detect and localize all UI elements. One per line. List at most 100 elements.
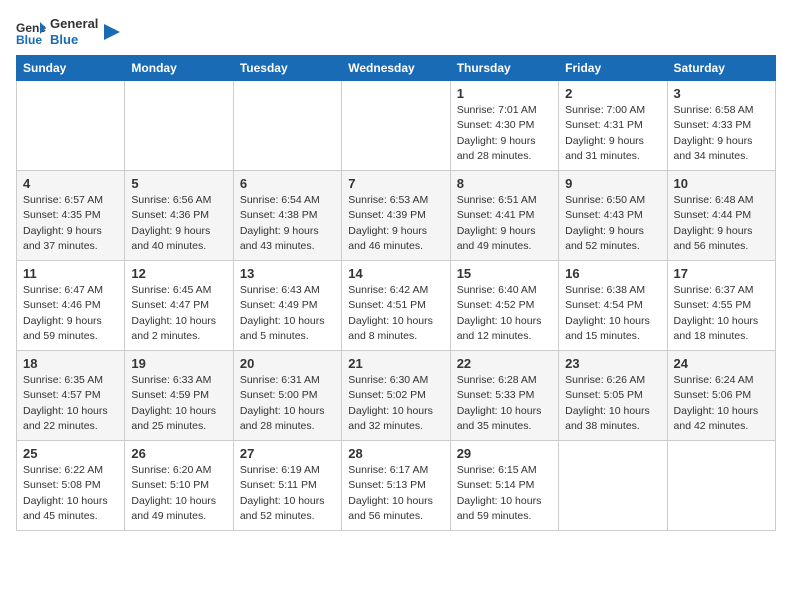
calendar-cell: 6Sunrise: 6:54 AM Sunset: 4:38 PM Daylig… bbox=[233, 171, 341, 261]
day-info: Sunrise: 6:58 AM Sunset: 4:33 PM Dayligh… bbox=[674, 103, 769, 164]
calendar-cell: 29 Sunrise: 6:15 AM Sunset: 5:14 PM Dayli… bbox=[450, 441, 558, 531]
day-info: Sunrise: 6:38 AM Sunset: 4:54 PM Dayligh… bbox=[565, 283, 660, 344]
day-number: 15 bbox=[457, 266, 552, 281]
calendar-cell: 22 Sunrise: 6:28 AM Sunset: 5:33 PM Dayli… bbox=[450, 351, 558, 441]
day-info: Sunrise: 6:26 AM Sunset: 5:05 PM Dayligh… bbox=[565, 373, 660, 434]
logo-flag-icon bbox=[102, 22, 122, 42]
day-number: 27 bbox=[240, 446, 335, 461]
day-number: 24 bbox=[674, 356, 769, 371]
day-info: Sunrise: 6:30 AM Sunset: 5:02 PM Dayligh… bbox=[348, 373, 443, 434]
calendar-week-row: 4Sunrise: 6:57 AM Sunset: 4:35 PM Daylig… bbox=[17, 171, 776, 261]
day-info: Sunrise: 6:56 AM Sunset: 4:36 PM Dayligh… bbox=[131, 193, 226, 254]
day-number: 22 bbox=[457, 356, 552, 371]
day-info: Sunrise: 6:51 AM Sunset: 4:41 PM Dayligh… bbox=[457, 193, 552, 254]
calendar-cell: 12 Sunrise: 6:45 AM Sunset: 4:47 PM Dayli… bbox=[125, 261, 233, 351]
day-number: 29 bbox=[457, 446, 552, 461]
day-info: Sunrise: 6:40 AM Sunset: 4:52 PM Dayligh… bbox=[457, 283, 552, 344]
calendar-week-row: 11 Sunrise: 6:47 AM Sunset: 4:46 PM Dayli… bbox=[17, 261, 776, 351]
calendar-cell: 24 Sunrise: 6:24 AM Sunset: 5:06 PM Dayli… bbox=[667, 351, 775, 441]
logo-icon: General Blue bbox=[16, 18, 46, 46]
day-info: Sunrise: 7:00 AM Sunset: 4:31 PM Dayligh… bbox=[565, 103, 660, 164]
day-info: Sunrise: 6:47 AM Sunset: 4:46 PM Dayligh… bbox=[23, 283, 118, 344]
day-info: Sunrise: 6:54 AM Sunset: 4:38 PM Dayligh… bbox=[240, 193, 335, 254]
calendar-cell: 1 Sunrise: 7:01 AM Sunset: 4:30 PM Daylig… bbox=[450, 81, 558, 171]
day-info: Sunrise: 6:24 AM Sunset: 5:06 PM Dayligh… bbox=[674, 373, 769, 434]
day-number: 1 bbox=[457, 86, 552, 101]
calendar-cell: 10 Sunrise: 6:48 AM Sunset: 4:44 PM Dayli… bbox=[667, 171, 775, 261]
day-number: 12 bbox=[131, 266, 226, 281]
header-friday: Friday bbox=[559, 56, 667, 81]
page-header: General Blue General Blue bbox=[16, 16, 776, 47]
logo-text-blue: Blue bbox=[50, 32, 98, 48]
calendar-cell: 23 Sunrise: 6:26 AM Sunset: 5:05 PM Dayli… bbox=[559, 351, 667, 441]
day-info: Sunrise: 6:17 AM Sunset: 5:13 PM Dayligh… bbox=[348, 463, 443, 524]
day-number: 26 bbox=[131, 446, 226, 461]
calendar-week-row: 25Sunrise: 6:22 AM Sunset: 5:08 PM Dayli… bbox=[17, 441, 776, 531]
header-thursday: Thursday bbox=[450, 56, 558, 81]
day-number: 11 bbox=[23, 266, 118, 281]
calendar-cell: 20 Sunrise: 6:31 AM Sunset: 5:00 PM Dayli… bbox=[233, 351, 341, 441]
day-number: 3 bbox=[674, 86, 769, 101]
day-number: 5 bbox=[131, 176, 226, 191]
calendar-cell: 11 Sunrise: 6:47 AM Sunset: 4:46 PM Dayli… bbox=[17, 261, 125, 351]
calendar-cell: 13Sunrise: 6:43 AM Sunset: 4:49 PM Dayli… bbox=[233, 261, 341, 351]
day-info: Sunrise: 6:35 AM Sunset: 4:57 PM Dayligh… bbox=[23, 373, 118, 434]
day-info: Sunrise: 6:48 AM Sunset: 4:44 PM Dayligh… bbox=[674, 193, 769, 254]
day-number: 28 bbox=[348, 446, 443, 461]
calendar-cell: 27 Sunrise: 6:19 AM Sunset: 5:11 PM Dayli… bbox=[233, 441, 341, 531]
calendar-cell: 7 Sunrise: 6:53 AM Sunset: 4:39 PM Daylig… bbox=[342, 171, 450, 261]
day-number: 23 bbox=[565, 356, 660, 371]
logo: General Blue General Blue bbox=[16, 16, 122, 47]
calendar-cell: 15 Sunrise: 6:40 AM Sunset: 4:52 PM Dayli… bbox=[450, 261, 558, 351]
logo-text-general: General bbox=[50, 16, 98, 32]
calendar-cell bbox=[559, 441, 667, 531]
day-info: Sunrise: 7:01 AM Sunset: 4:30 PM Dayligh… bbox=[457, 103, 552, 164]
day-number: 21 bbox=[348, 356, 443, 371]
calendar-cell: 9 Sunrise: 6:50 AM Sunset: 4:43 PM Daylig… bbox=[559, 171, 667, 261]
calendar-cell bbox=[17, 81, 125, 171]
calendar-cell bbox=[667, 441, 775, 531]
calendar-cell: 2 Sunrise: 7:00 AM Sunset: 4:31 PM Daylig… bbox=[559, 81, 667, 171]
day-info: Sunrise: 6:28 AM Sunset: 5:33 PM Dayligh… bbox=[457, 373, 552, 434]
day-number: 13 bbox=[240, 266, 335, 281]
day-info: Sunrise: 6:57 AM Sunset: 4:35 PM Dayligh… bbox=[23, 193, 118, 254]
calendar-cell: 8Sunrise: 6:51 AM Sunset: 4:41 PM Daylig… bbox=[450, 171, 558, 261]
day-info: Sunrise: 6:37 AM Sunset: 4:55 PM Dayligh… bbox=[674, 283, 769, 344]
day-info: Sunrise: 6:45 AM Sunset: 4:47 PM Dayligh… bbox=[131, 283, 226, 344]
calendar-cell: 16 Sunrise: 6:38 AM Sunset: 4:54 PM Dayli… bbox=[559, 261, 667, 351]
day-number: 2 bbox=[565, 86, 660, 101]
calendar-cell bbox=[125, 81, 233, 171]
day-number: 10 bbox=[674, 176, 769, 191]
day-number: 18 bbox=[23, 356, 118, 371]
header-wednesday: Wednesday bbox=[342, 56, 450, 81]
calendar-cell: 5 Sunrise: 6:56 AM Sunset: 4:36 PM Daylig… bbox=[125, 171, 233, 261]
calendar-cell: 19 Sunrise: 6:33 AM Sunset: 4:59 PM Dayli… bbox=[125, 351, 233, 441]
calendar-cell: 14 Sunrise: 6:42 AM Sunset: 4:51 PM Dayli… bbox=[342, 261, 450, 351]
calendar-header-row: SundayMondayTuesdayWednesdayThursdayFrid… bbox=[17, 56, 776, 81]
day-info: Sunrise: 6:53 AM Sunset: 4:39 PM Dayligh… bbox=[348, 193, 443, 254]
calendar-cell: 25Sunrise: 6:22 AM Sunset: 5:08 PM Dayli… bbox=[17, 441, 125, 531]
day-info: Sunrise: 6:50 AM Sunset: 4:43 PM Dayligh… bbox=[565, 193, 660, 254]
calendar-week-row: 1 Sunrise: 7:01 AM Sunset: 4:30 PM Daylig… bbox=[17, 81, 776, 171]
calendar-week-row: 18 Sunrise: 6:35 AM Sunset: 4:57 PM Dayli… bbox=[17, 351, 776, 441]
day-info: Sunrise: 6:33 AM Sunset: 4:59 PM Dayligh… bbox=[131, 373, 226, 434]
day-number: 14 bbox=[348, 266, 443, 281]
day-number: 7 bbox=[348, 176, 443, 191]
day-number: 19 bbox=[131, 356, 226, 371]
day-number: 16 bbox=[565, 266, 660, 281]
day-number: 20 bbox=[240, 356, 335, 371]
day-number: 9 bbox=[565, 176, 660, 191]
calendar-cell bbox=[233, 81, 341, 171]
calendar-table: SundayMondayTuesdayWednesdayThursdayFrid… bbox=[16, 55, 776, 531]
day-info: Sunrise: 6:42 AM Sunset: 4:51 PM Dayligh… bbox=[348, 283, 443, 344]
day-info: Sunrise: 6:31 AM Sunset: 5:00 PM Dayligh… bbox=[240, 373, 335, 434]
calendar-cell: 21 Sunrise: 6:30 AM Sunset: 5:02 PM Dayli… bbox=[342, 351, 450, 441]
header-sunday: Sunday bbox=[17, 56, 125, 81]
day-info: Sunrise: 6:15 AM Sunset: 5:14 PM Dayligh… bbox=[457, 463, 552, 524]
day-info: Sunrise: 6:20 AM Sunset: 5:10 PM Dayligh… bbox=[131, 463, 226, 524]
calendar-cell: 17Sunrise: 6:37 AM Sunset: 4:55 PM Dayli… bbox=[667, 261, 775, 351]
header-monday: Monday bbox=[125, 56, 233, 81]
day-info: Sunrise: 6:19 AM Sunset: 5:11 PM Dayligh… bbox=[240, 463, 335, 524]
day-info: Sunrise: 6:22 AM Sunset: 5:08 PM Dayligh… bbox=[23, 463, 118, 524]
calendar-cell: 3 Sunrise: 6:58 AM Sunset: 4:33 PM Daylig… bbox=[667, 81, 775, 171]
